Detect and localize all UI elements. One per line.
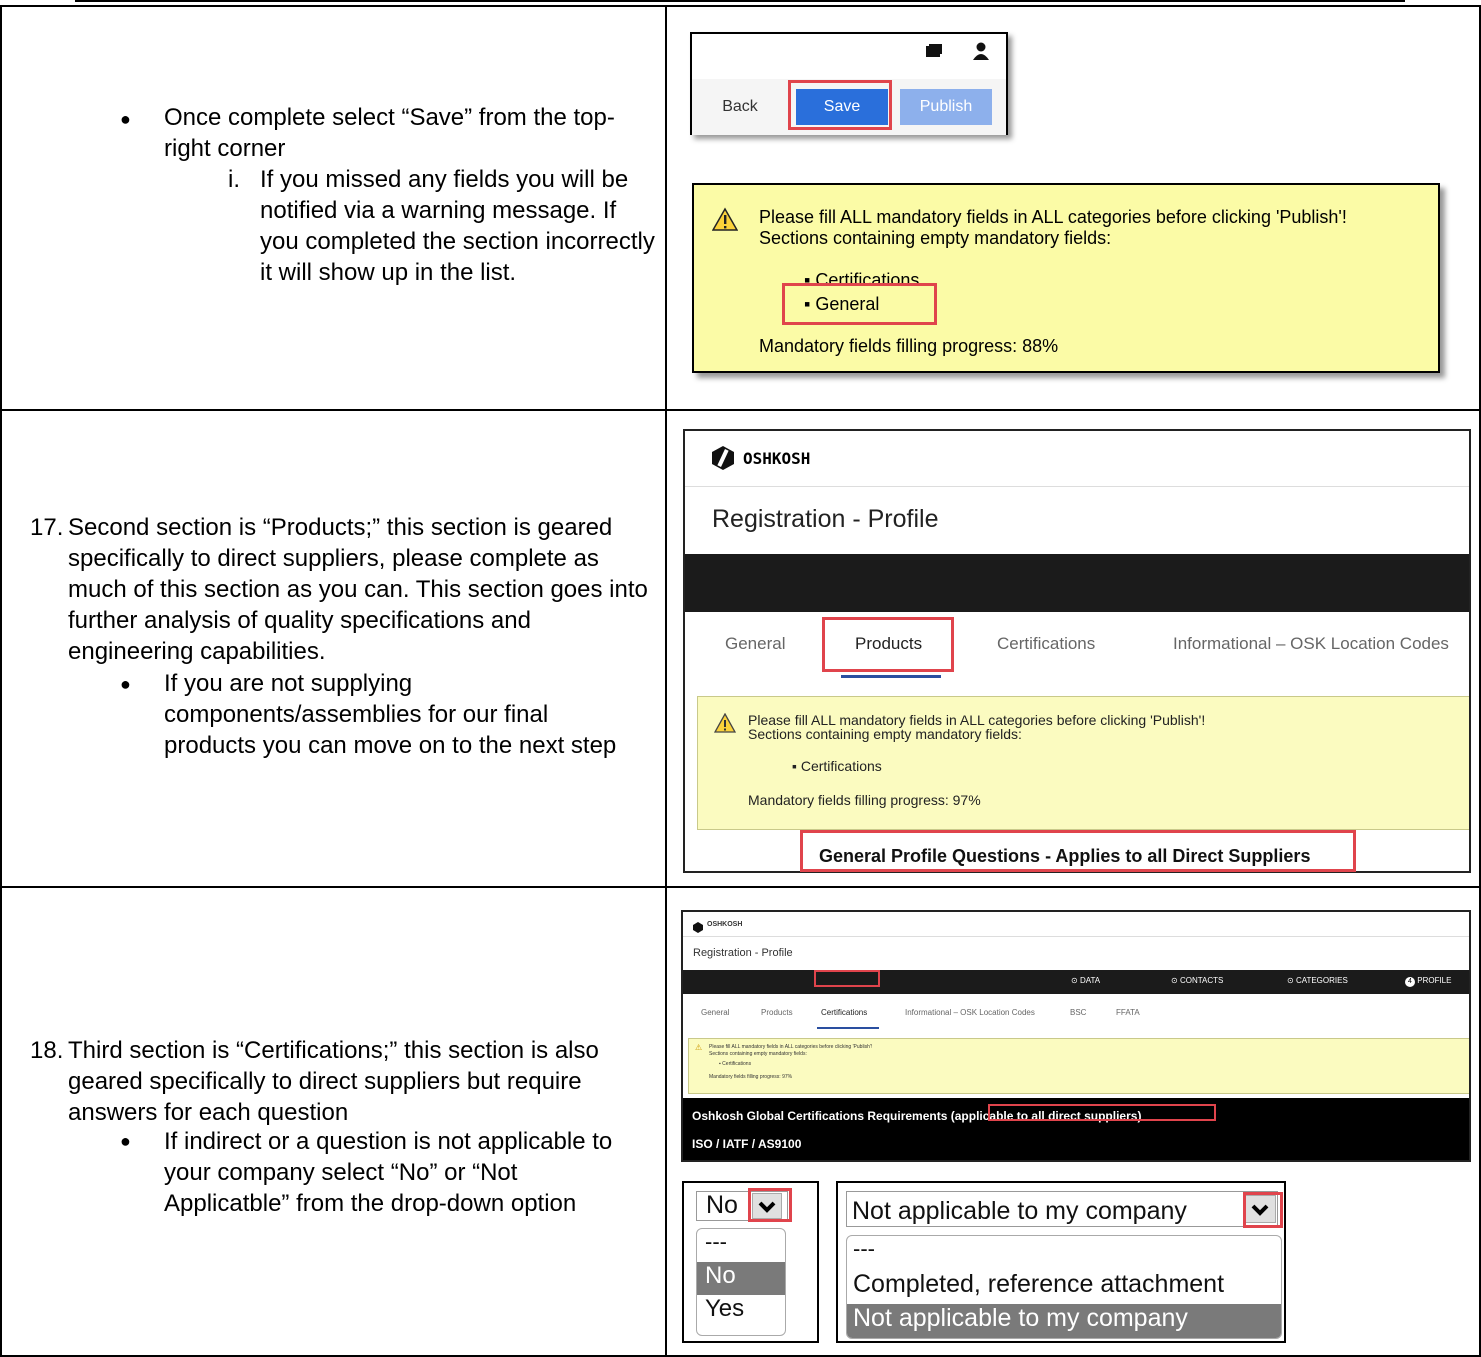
row3-text: Third section is “Certifications;” this … (68, 1037, 599, 1126)
tab-informational[interactable]: Informational – OSK Location Codes (905, 1008, 1035, 1017)
tab-bsc[interactable]: BSC (1070, 1008, 1086, 1017)
oshkosh-certifications-screenshot: OSHKOSH Registration - Profile ⊙ DATA ⊙ … (681, 910, 1471, 1162)
warning-icon (713, 712, 737, 738)
app-header: OSHKOSH (685, 431, 1469, 487)
row1-bullet-text: Once complete select “Save” from the top… (164, 104, 615, 162)
warning-item: ▪ Certifications (792, 759, 882, 774)
section-heading-highlight (800, 830, 1356, 872)
publish-button[interactable]: Publish (900, 89, 992, 125)
active-tab-underline (841, 675, 941, 678)
tab-products[interactable]: Products (761, 1008, 793, 1017)
warning-line2: Sections containing empty mandatory fiel… (748, 726, 1022, 742)
top-rule (75, 0, 1405, 2)
warning-progress: Mandatory fields filling progress: 97% (709, 1074, 793, 1080)
row-divider (0, 409, 1481, 411)
option-blank[interactable]: --- (847, 1236, 1281, 1270)
step-data-label: DATA (1079, 976, 1101, 985)
bullet-dot: ● (120, 1131, 131, 1151)
page-title: Registration - Profile (712, 505, 939, 533)
warning-box-88: Please fill ALL mandatory fields in ALL … (692, 183, 1440, 373)
column-divider (665, 5, 667, 1357)
step-profile: 4 PROFILE (1405, 976, 1451, 987)
header-divider (683, 936, 1469, 937)
active-tab-underline (817, 1027, 879, 1029)
warning-icon (711, 207, 739, 236)
warning-item: ▪ Certifications (719, 1061, 751, 1067)
warning-line1: Please fill ALL mandatory fields in ALL … (709, 1044, 873, 1050)
warning-icon: ⚠ (695, 1043, 703, 1052)
step-categories-label: CATEGORIES (1295, 976, 1348, 985)
row3-bullet-text: If indirect or a question is not applica… (164, 1128, 613, 1217)
tab-certifications[interactable]: Certifications (821, 1008, 867, 1017)
check-circle-icon: ⊙ (1287, 976, 1296, 985)
option-yes[interactable]: Yes (697, 1295, 785, 1328)
step-profile-label: PROFILE (1417, 976, 1452, 985)
tab-informational[interactable]: Informational – OSK Location Codes (1173, 634, 1449, 654)
option-completed[interactable]: Completed, reference attachment (847, 1270, 1281, 1304)
products-tab-highlight (822, 617, 954, 672)
row1-sub-marker: i. (228, 166, 240, 193)
tab-general[interactable]: General (701, 1008, 729, 1017)
applicability-dropdown: Not applicable to my company --- Complet… (836, 1181, 1286, 1343)
warning-box-mini: ⚠ Please fill ALL mandatory fields in AL… (688, 1038, 1469, 1094)
oshkosh-logo-icon (711, 445, 735, 476)
certifications-subheading: ISO / IATF / AS9100 (692, 1137, 802, 1151)
back-button[interactable]: Back (706, 89, 774, 125)
brand-name: OSHKOSH (743, 449, 811, 468)
row-divider (0, 886, 1481, 888)
row1-sub-text: If you missed any fields you will be not… (260, 166, 655, 286)
save-highlight (788, 80, 892, 130)
step-number-badge: 4 (1405, 977, 1415, 987)
option-not-applicable[interactable]: Not applicable to my company (847, 1304, 1281, 1338)
check-circle-icon: ⊙ (1171, 976, 1180, 985)
row2-number: 17. (30, 514, 64, 541)
dropdown-options: --- Completed, reference attachment Not … (846, 1235, 1282, 1339)
screen-icon (926, 44, 942, 58)
user-icon (972, 42, 990, 60)
row2-text: Second section is “Products;” this secti… (68, 514, 648, 665)
option-no[interactable]: No (697, 1262, 785, 1295)
step-contacts-label: CONTACTS (1179, 976, 1224, 985)
tab-general[interactable]: General (725, 634, 785, 654)
warning-item-text: Certifications (800, 758, 882, 774)
dark-band (685, 554, 1469, 612)
step-data: ⊙ DATA (1071, 976, 1100, 985)
step-categories: ⊙ CATEGORIES (1287, 976, 1348, 985)
bullet-dot: ● (120, 674, 131, 694)
dropdown-options: --- No Yes (696, 1228, 786, 1336)
row2-bullet-text: If you are not supplying components/asse… (164, 670, 617, 759)
warning-progress: Mandatory fields filling progress: 88% (759, 336, 1059, 356)
certifications-tab-highlight (814, 970, 880, 987)
oshkosh-profile-screenshot: OSHKOSH Registration - Profile General P… (683, 429, 1471, 873)
arrow-highlight (1243, 1192, 1283, 1228)
page-title: Registration - Profile (693, 947, 793, 959)
dropdown-selected-value: No (706, 1191, 738, 1219)
tab-certifications[interactable]: Certifications (997, 634, 1095, 654)
warning-line2: Sections containing empty mandatory fiel… (709, 1051, 807, 1057)
warning-progress: Mandatory fields filling progress: 97% (748, 792, 981, 808)
bullet-dot: ● (120, 109, 131, 129)
check-circle-icon: ⊙ (1071, 976, 1080, 985)
tab-ffata[interactable]: FFATA (1116, 1008, 1140, 1017)
general-highlight (782, 283, 937, 325)
dropdown-selected-value: Not applicable to my company (852, 1197, 1187, 1225)
step-contacts: ⊙ CONTACTS (1171, 976, 1223, 985)
row3-number: 18. (30, 1037, 64, 1064)
warning-line2: Sections containing empty mandatory fiel… (759, 228, 1112, 248)
warning-box-97: Please fill ALL mandatory fields in ALL … (697, 696, 1469, 830)
option-blank[interactable]: --- (697, 1229, 785, 1262)
heading-note-highlight (988, 1104, 1216, 1121)
progress-steps-bar: ⊙ DATA ⊙ CONTACTS ⊙ CATEGORIES 4 PROFILE (683, 970, 1469, 994)
warning-item-text: Certifications (722, 1061, 752, 1067)
warning-line1: Please fill ALL mandatory fields in ALL … (759, 207, 1347, 227)
brand-name: OSHKOSH (707, 921, 743, 928)
list-dot: ▪ (792, 758, 801, 774)
arrow-highlight (748, 1188, 792, 1222)
certifications-heading-text: Oshkosh Global Certifications Requiremen… (692, 1109, 948, 1123)
